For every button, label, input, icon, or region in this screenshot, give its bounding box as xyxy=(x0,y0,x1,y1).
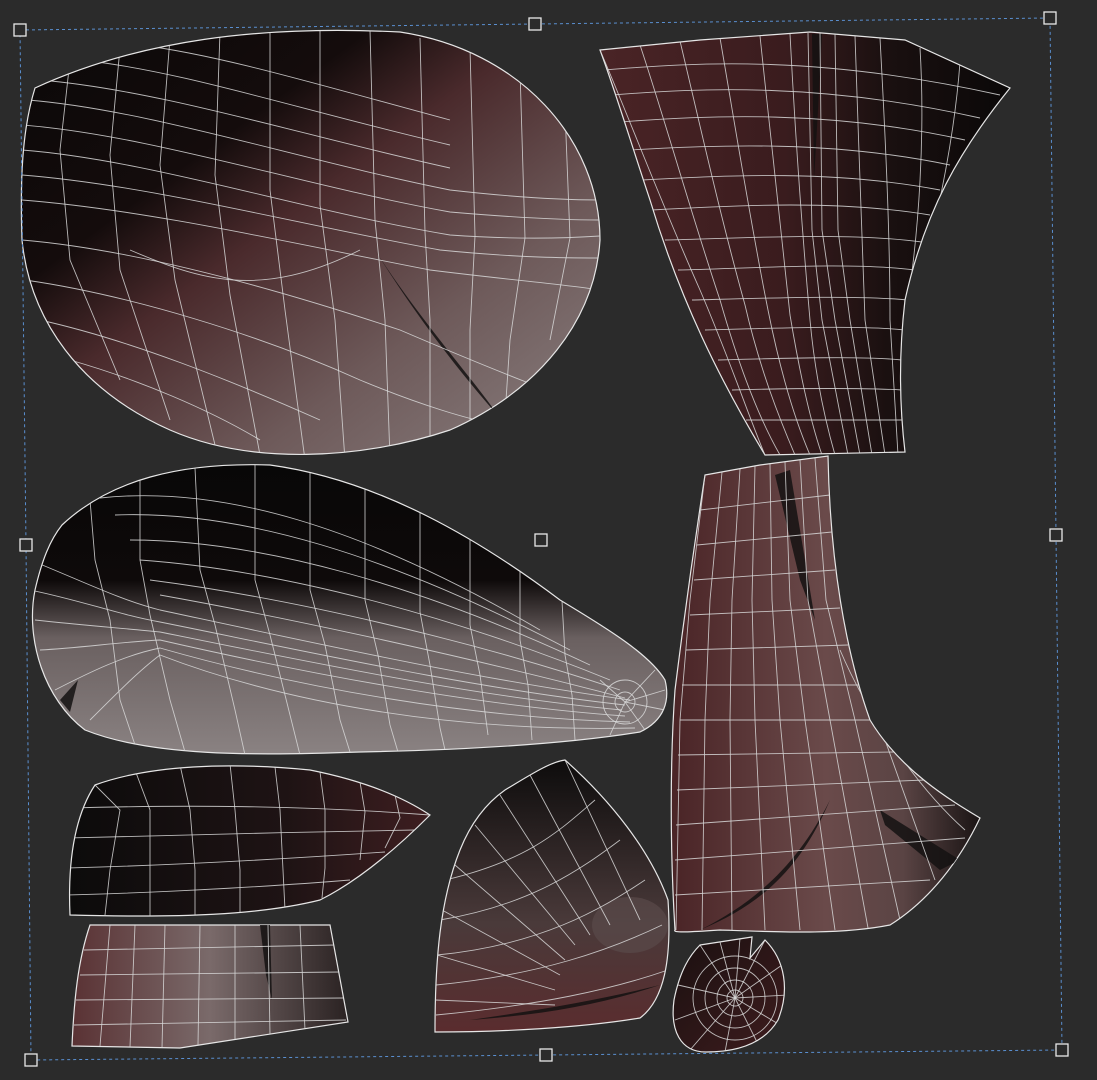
square-handle-icon[interactable] xyxy=(24,1053,38,1067)
square-handle-icon[interactable] xyxy=(13,23,27,37)
uv-island[interactable] xyxy=(20,28,601,460)
uv-island[interactable] xyxy=(68,764,431,917)
pivot-square-icon[interactable] xyxy=(534,533,548,547)
uv-canvas[interactable] xyxy=(0,0,1097,1080)
uv-editor-viewport[interactable] xyxy=(0,0,1097,1080)
uv-island[interactable] xyxy=(672,936,788,1053)
square-handle-icon[interactable] xyxy=(1055,1043,1069,1057)
uv-island[interactable] xyxy=(434,759,670,1033)
uv-island[interactable] xyxy=(599,31,1011,456)
uv-island[interactable] xyxy=(71,924,349,1049)
square-handle-icon[interactable] xyxy=(1043,11,1057,25)
uv-island[interactable] xyxy=(670,455,981,933)
square-handle-icon[interactable] xyxy=(539,1048,553,1062)
square-handle-icon[interactable] xyxy=(19,538,33,552)
uv-island[interactable] xyxy=(30,464,668,755)
square-handle-icon[interactable] xyxy=(1049,528,1063,542)
square-handle-icon[interactable] xyxy=(528,17,542,31)
